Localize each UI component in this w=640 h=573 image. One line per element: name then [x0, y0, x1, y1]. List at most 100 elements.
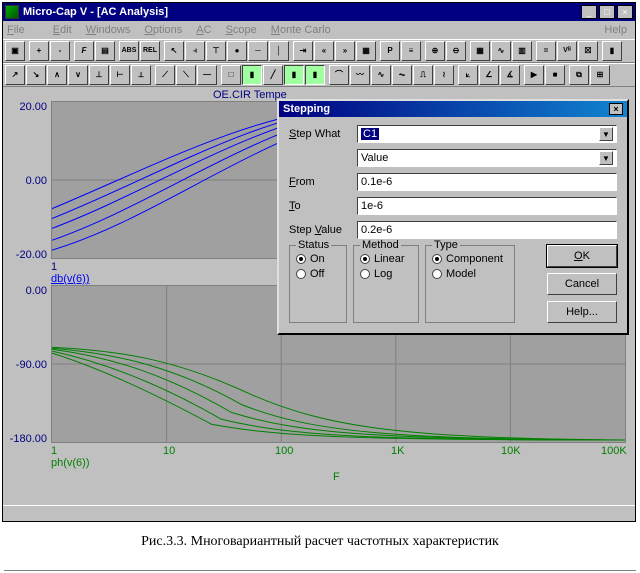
tool-line2-icon[interactable]: ⟍ [176, 65, 196, 85]
menu-edit[interactable]: Edit [53, 24, 72, 36]
tool-fill1-icon[interactable]: ▮ [242, 65, 262, 85]
tool-fill2-icon[interactable]: ▮ [284, 65, 304, 85]
tool-grid-icon[interactable]: ▦ [356, 41, 376, 61]
tool-bars-icon[interactable]: ▮ [602, 41, 622, 61]
tool-r2-5-icon[interactable]: ⊥ [89, 65, 109, 85]
ok-button[interactable]: OK [547, 245, 617, 267]
menu-montecarlo[interactable]: Monte Carlo [271, 24, 331, 36]
tool-zoom-out-icon[interactable]: - [50, 41, 70, 61]
tool-misc2-icon[interactable]: ⊞ [590, 65, 610, 85]
input-from[interactable]: 0.1e-6 [357, 173, 617, 191]
tool-x-icon[interactable]: ☒ [578, 41, 598, 61]
radio-status-on[interactable]: On [296, 253, 340, 265]
tool-zoom-in-icon[interactable]: + [29, 41, 49, 61]
tool-table-icon[interactable]: ▦ [470, 41, 490, 61]
tool-cursor-icon[interactable]: ↖ [164, 41, 184, 61]
tool-diag-icon[interactable]: ╱ [263, 65, 283, 85]
tool-abs-icon[interactable]: ABS [119, 41, 139, 61]
tool-step-icon[interactable]: ⇥ [293, 41, 313, 61]
tool-split-icon[interactable]: ⫞ [185, 41, 205, 61]
radio-method-linear[interactable]: Linear [360, 253, 412, 265]
tool-zplus-icon[interactable]: ⊕ [425, 41, 445, 61]
radio-type-component[interactable]: Component [432, 253, 508, 265]
tool-angle3-icon[interactable]: ∡ [500, 65, 520, 85]
plot1-ytick-bottom: -20.00 [9, 249, 47, 261]
tool-p-icon[interactable]: P [380, 41, 400, 61]
tool-curve2-icon[interactable]: 〰 [350, 65, 370, 85]
plot2-xtick-10k: 10K [501, 445, 521, 457]
tool-fill3-icon[interactable]: ▮ [305, 65, 325, 85]
combo-step-what[interactable]: C1 ▼ [357, 125, 617, 143]
radio-method-log[interactable]: Log [360, 268, 412, 280]
statusbar [3, 505, 635, 521]
tool-vb-icon[interactable]: Vᴮ [557, 41, 577, 61]
tool-vmarker-icon[interactable]: │ [269, 41, 289, 61]
tool-square-icon[interactable]: □ [221, 65, 241, 85]
tool-back-icon[interactable]: « [314, 41, 334, 61]
tool-rel-icon[interactable]: REL [140, 41, 160, 61]
maximize-button[interactable]: □ [599, 5, 615, 19]
combo-attr[interactable]: Value ▼ [357, 149, 617, 167]
tool-angle2-icon[interactable]: ∠ [479, 65, 499, 85]
dialog-titlebar: Stepping × [279, 101, 627, 117]
tool-eq-icon[interactable]: = [536, 41, 556, 61]
menu-windows[interactable]: Windows [86, 24, 131, 36]
close-button[interactable]: × [617, 5, 633, 19]
tool-wave-icon[interactable]: ∿ [491, 41, 511, 61]
cancel-button[interactable]: Cancel [547, 273, 617, 295]
input-to[interactable]: 1e-6 [357, 197, 617, 215]
minimize-button[interactable]: _ [581, 5, 597, 19]
tool-curve5-icon[interactable]: ⎍ [413, 65, 433, 85]
tool-marker-icon[interactable]: ● [227, 41, 247, 61]
tool-stop-icon[interactable]: ■ [545, 65, 565, 85]
tool-r2-2-icon[interactable]: ↘ [26, 65, 46, 85]
chevron-down-icon[interactable]: ▼ [599, 127, 613, 141]
plot1-ylabel-link[interactable]: db(v(6)) [51, 273, 90, 285]
tool-line3-icon[interactable]: — [197, 65, 217, 85]
tool-misc1-icon[interactable]: ⧉ [569, 65, 589, 85]
menu-ac[interactable]: AC [196, 24, 211, 36]
tool-r2-1-icon[interactable]: ↗ [5, 65, 25, 85]
stepping-dialog: Stepping × Step What C1 ▼ Value ▼ [277, 99, 629, 335]
tool-list-icon[interactable]: ≡ [401, 41, 421, 61]
radio-type-model[interactable]: Model [432, 268, 508, 280]
plot2-xtick-100: 100 [275, 445, 293, 457]
menu-options[interactable]: Options [144, 24, 182, 36]
tool-r2-4-icon[interactable]: ∨ [68, 65, 88, 85]
tool-angle1-icon[interactable]: ⟀ [458, 65, 478, 85]
tool-zminus-icon[interactable]: ⊖ [446, 41, 466, 61]
tool-text-icon[interactable]: ⊤ [206, 41, 226, 61]
tool-curve6-icon[interactable]: ≀ [434, 65, 454, 85]
help-button[interactable]: Help... [547, 301, 617, 323]
label-step-what: Step What [289, 128, 357, 140]
chevron-down-icon[interactable]: ▼ [599, 151, 613, 165]
tool-line1-icon[interactable]: ⟋ [155, 65, 175, 85]
tool-fwd-icon[interactable]: » [335, 41, 355, 61]
menu-help[interactable]: Help [604, 24, 627, 36]
dialog-close-button[interactable]: × [609, 103, 623, 115]
tool-doc-icon[interactable]: ▣ [5, 41, 25, 61]
tool-font-icon[interactable]: F [74, 41, 94, 61]
plot1-ytick-mid: 0.00 [9, 175, 47, 187]
radio-status-off[interactable]: Off [296, 268, 340, 280]
tool-r2-6-icon[interactable]: ⊢ [110, 65, 130, 85]
input-step-value[interactable]: 0.2e-6 [357, 221, 617, 239]
tool-curve4-icon[interactable]: ⏦ [392, 65, 412, 85]
tool-chart-icon[interactable]: ▥ [512, 41, 532, 61]
tool-curve1-icon[interactable]: ⌒ [329, 65, 349, 85]
menu-scope[interactable]: Scope [226, 24, 257, 36]
toolbar-row-1: ▣ + - F ▤ ABS REL ↖ ⫞ ⊤ ● ─ │ ⇥ « » ▦ P … [3, 39, 635, 63]
tool-r2-7-icon[interactable]: ⟂ [131, 65, 151, 85]
tool-curve3-icon[interactable]: ∿ [371, 65, 391, 85]
tool-r2-3-icon[interactable]: ∧ [47, 65, 67, 85]
plot2-xtick-10: 10 [163, 445, 175, 457]
tool-panel-icon[interactable]: ▤ [95, 41, 115, 61]
group-type: Type Component Model [425, 245, 515, 323]
legend-type: Type [432, 239, 460, 251]
tool-play-icon[interactable]: ▶ [524, 65, 544, 85]
menu-file[interactable]: File [7, 24, 39, 36]
plot2-ytick-top: 0.00 [9, 285, 47, 297]
tool-hmarker-icon[interactable]: ─ [248, 41, 268, 61]
plot2-ytick-bottom: -180.00 [9, 433, 47, 445]
plot1-xtick-1: 1 [51, 261, 57, 273]
